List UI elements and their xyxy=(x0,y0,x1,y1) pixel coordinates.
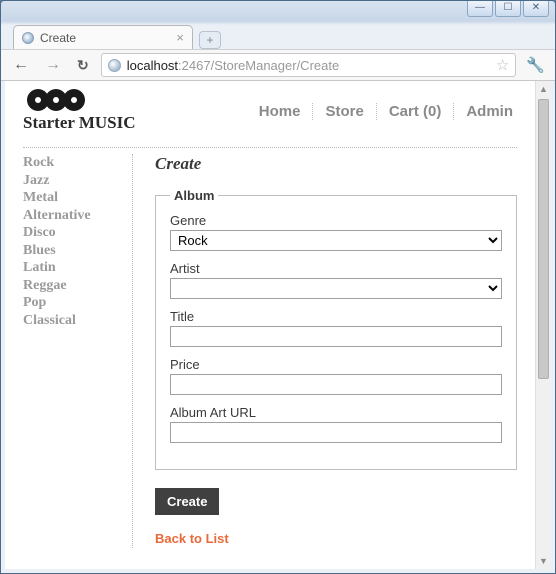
album-fieldset: Album Genre Rock Artist xyxy=(155,188,517,470)
sidebar-item-alternative[interactable]: Alternative xyxy=(23,207,124,225)
back-button[interactable]: ← xyxy=(9,54,33,76)
back-to-list-link[interactable]: Back to List xyxy=(155,531,229,546)
browser-tab[interactable]: Create × xyxy=(13,25,193,49)
artist-label: Artist xyxy=(170,261,502,276)
window-minimize-button[interactable]: — xyxy=(467,1,493,17)
page-viewport: ▲ ▼ Starter MUSIC Home Store Cart (0) Ad… xyxy=(5,81,551,569)
wrench-menu-icon[interactable]: 🔧 xyxy=(524,56,547,74)
sidebar-item-rock[interactable]: Rock xyxy=(23,154,124,172)
globe-icon xyxy=(22,32,34,44)
forward-button[interactable]: → xyxy=(41,54,65,76)
tab-strip: Create × + xyxy=(1,23,555,49)
art-url-label: Album Art URL xyxy=(170,405,502,420)
sidebar-item-disco[interactable]: Disco xyxy=(23,224,124,242)
tab-title: Create xyxy=(40,31,76,45)
address-bar[interactable]: localhost:2467/StoreManager/Create ☆ xyxy=(101,53,517,77)
sidebar-item-reggae[interactable]: Reggae xyxy=(23,277,124,295)
top-nav: Home Store Cart (0) Admin xyxy=(247,103,517,120)
scroll-thumb[interactable] xyxy=(538,99,549,379)
url-path: :2467/StoreManager/Create xyxy=(178,58,339,73)
logo-icon xyxy=(23,89,136,111)
header-divider xyxy=(23,147,517,148)
genre-label: Genre xyxy=(170,213,502,228)
price-label: Price xyxy=(170,357,502,372)
sidebar-item-jazz[interactable]: Jazz xyxy=(23,172,124,190)
window-maximize-button[interactable]: ☐ xyxy=(495,1,521,17)
brand: Starter MUSIC xyxy=(23,89,136,133)
window-close-button[interactable]: ✕ xyxy=(523,1,549,17)
brand-title: Starter MUSIC xyxy=(23,113,136,133)
title-input[interactable] xyxy=(170,326,502,347)
title-label: Title xyxy=(170,309,502,324)
create-button[interactable]: Create xyxy=(155,488,219,515)
sidebar-item-latin[interactable]: Latin xyxy=(23,259,124,277)
site-globe-icon xyxy=(108,59,121,72)
nav-store[interactable]: Store xyxy=(313,103,376,120)
sidebar-item-classical[interactable]: Classical xyxy=(23,312,124,330)
scroll-down-arrow[interactable]: ▼ xyxy=(536,553,551,569)
nav-home[interactable]: Home xyxy=(247,103,314,120)
tab-close-icon[interactable]: × xyxy=(176,30,184,45)
sidebar-item-blues[interactable]: Blues xyxy=(23,242,124,260)
page-heading: Create xyxy=(155,154,517,174)
window-titlebar: — ☐ ✕ xyxy=(1,1,555,23)
bookmark-star-icon[interactable]: ☆ xyxy=(496,56,509,74)
price-input[interactable] xyxy=(170,374,502,395)
artist-select[interactable] xyxy=(170,278,502,299)
fieldset-legend: Album xyxy=(170,188,218,203)
new-tab-button[interactable]: + xyxy=(199,31,221,49)
nav-admin[interactable]: Admin xyxy=(454,103,517,120)
genre-select[interactable]: Rock xyxy=(170,230,502,251)
browser-window: — ☐ ✕ Create × + ← → ↻ localhost:2467/St… xyxy=(0,0,556,574)
sidebar-item-metal[interactable]: Metal xyxy=(23,189,124,207)
scroll-up-arrow[interactable]: ▲ xyxy=(536,81,551,97)
genre-sidebar: Rock Jazz Metal Alternative Disco Blues … xyxy=(23,154,133,548)
art-url-input[interactable] xyxy=(170,422,502,443)
browser-toolbar: ← → ↻ localhost:2467/StoreManager/Create… xyxy=(1,49,555,81)
vertical-scrollbar[interactable]: ▲ ▼ xyxy=(535,81,551,569)
sidebar-item-pop[interactable]: Pop xyxy=(23,294,124,312)
reload-button[interactable]: ↻ xyxy=(73,55,93,76)
nav-cart[interactable]: Cart (0) xyxy=(377,103,455,120)
url-host: localhost xyxy=(127,58,178,73)
main-content: Create Album Genre Rock Artist xyxy=(133,154,517,548)
